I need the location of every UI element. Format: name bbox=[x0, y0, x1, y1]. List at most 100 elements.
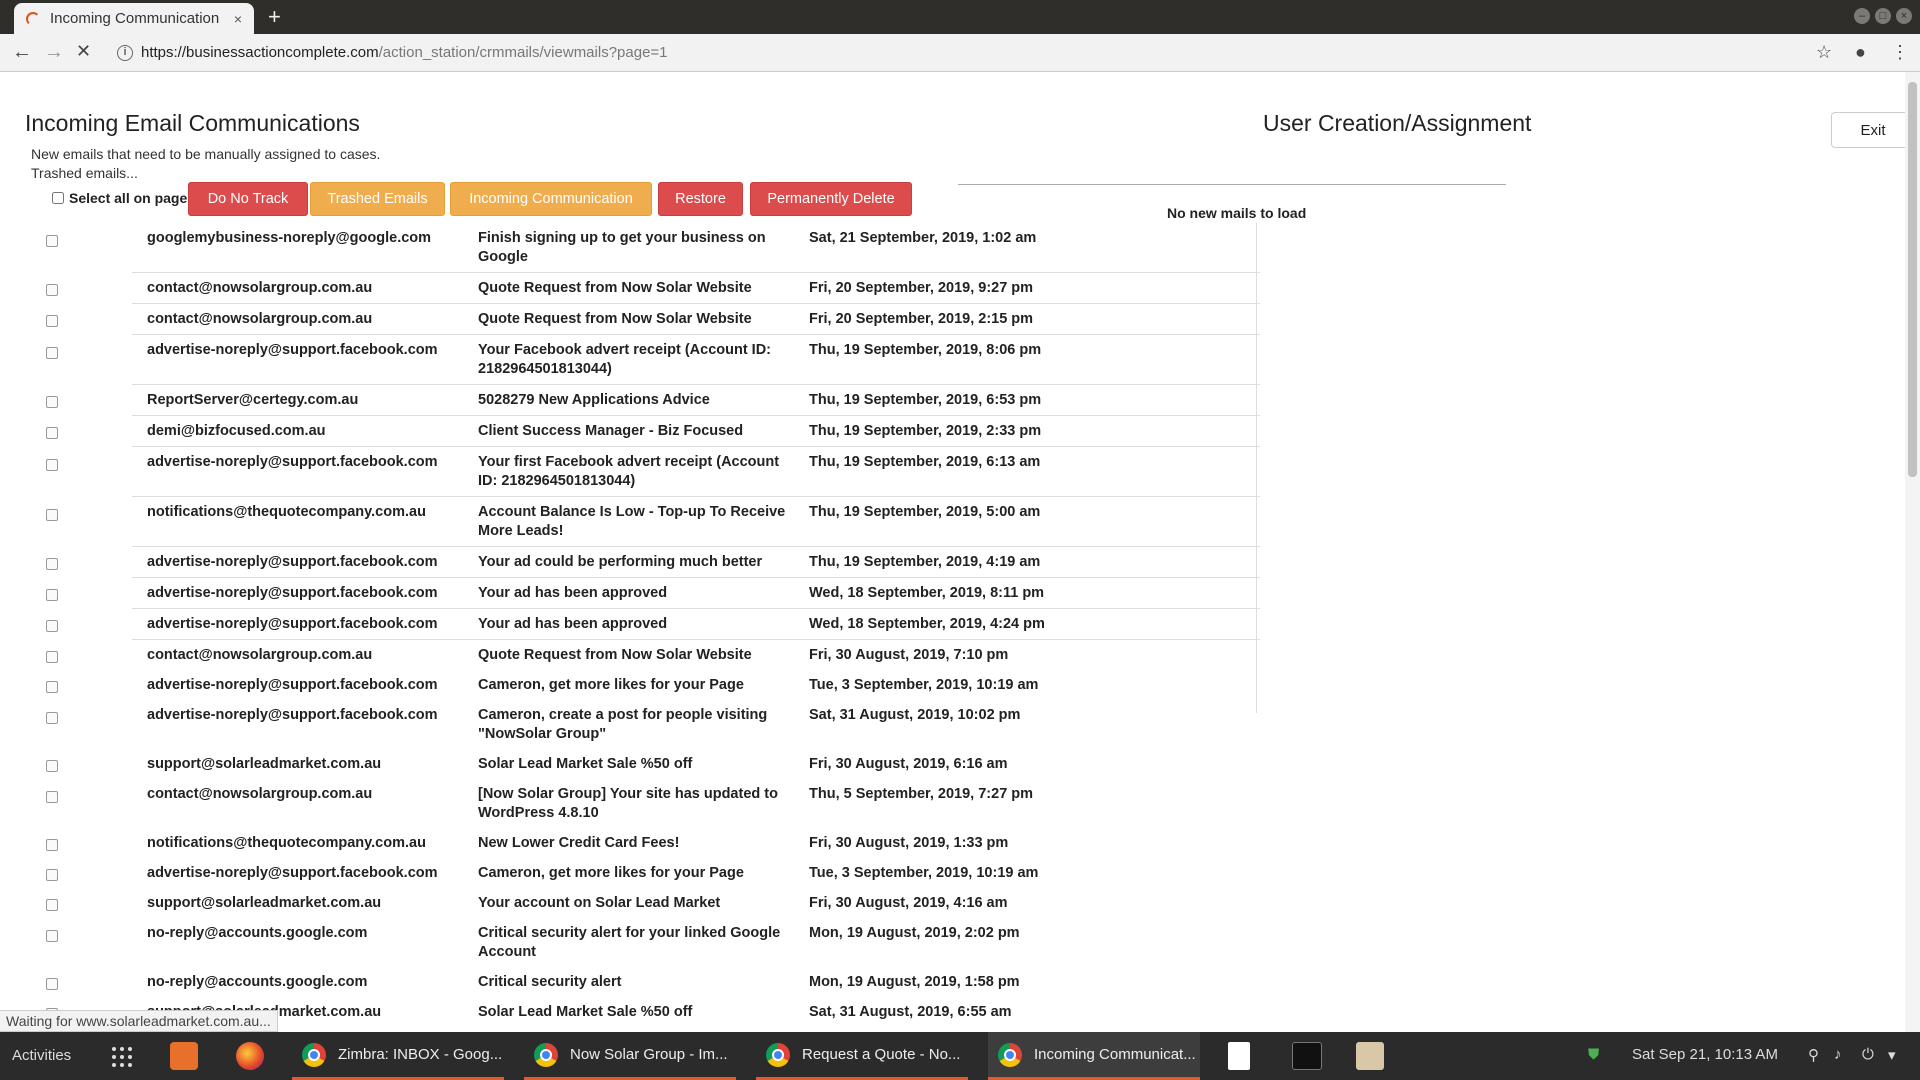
archive-icon[interactable] bbox=[1356, 1042, 1384, 1070]
tab-close-icon[interactable]: × bbox=[234, 11, 242, 27]
select-all-checkbox[interactable] bbox=[52, 192, 64, 204]
email-row[interactable]: googlemybusiness-noreply@google.com Finis… bbox=[0, 223, 1260, 273]
email-subject[interactable]: Finish signing up to get your business o… bbox=[478, 229, 798, 267]
select-all[interactable]: Select all on page bbox=[52, 190, 187, 206]
do-not-track-button[interactable]: Do No Track bbox=[188, 182, 308, 216]
forward-icon[interactable]: → bbox=[44, 41, 64, 64]
email-row-checkbox[interactable] bbox=[46, 839, 58, 851]
email-row[interactable]: no-reply@accounts.google.com Critical sec… bbox=[0, 967, 1260, 997]
page-scrollbar[interactable] bbox=[1905, 72, 1920, 1032]
trashed-emails-button[interactable]: Trashed Emails bbox=[310, 182, 445, 216]
terminal-icon[interactable] bbox=[1292, 1042, 1322, 1070]
url-field[interactable]: i https://businessactioncomplete.com/act… bbox=[117, 44, 668, 61]
chevron-down-icon[interactable]: ▾ bbox=[1888, 1046, 1896, 1064]
email-row[interactable]: advertise-noreply@support.facebook.com Yo… bbox=[0, 335, 1260, 385]
exit-button[interactable]: Exit bbox=[1831, 112, 1905, 148]
email-subject[interactable]: Your ad could be performing much better bbox=[478, 553, 798, 572]
email-row[interactable]: contact@nowsolargroup.com.au [Now Solar G… bbox=[0, 779, 1260, 828]
email-row[interactable]: ReportServer@certegy.com.au 5028279 New A… bbox=[0, 385, 1260, 416]
email-subject[interactable]: Account Balance Is Low - Top-up To Recei… bbox=[478, 503, 798, 541]
account-icon[interactable]: ● bbox=[1855, 42, 1866, 63]
restore-button[interactable]: Restore bbox=[658, 182, 743, 216]
email-row-checkbox[interactable] bbox=[46, 791, 58, 803]
email-row-checkbox[interactable] bbox=[46, 620, 58, 632]
volume-icon[interactable]: ♪ bbox=[1834, 1046, 1842, 1063]
power-icon[interactable]: ⏻ bbox=[1862, 1046, 1874, 1063]
email-row[interactable]: contact@nowsolargroup.com.au Quote Reques… bbox=[0, 304, 1260, 335]
email-row-checkbox[interactable] bbox=[46, 235, 58, 247]
email-subject[interactable]: 5028279 New Applications Advice bbox=[478, 391, 798, 410]
email-row-checkbox[interactable] bbox=[46, 899, 58, 911]
email-subject[interactable]: [Now Solar Group] Your site has updated … bbox=[478, 785, 798, 823]
email-subject[interactable]: Client Success Manager - Biz Focused bbox=[478, 422, 798, 441]
bookmark-star-icon[interactable]: ☆ bbox=[1816, 42, 1832, 63]
software-store-icon[interactable] bbox=[170, 1042, 198, 1070]
clock[interactable]: Sat Sep 21, 10:13 AM bbox=[1632, 1046, 1778, 1063]
site-info-icon[interactable]: i bbox=[117, 44, 133, 61]
email-row[interactable]: notifications@thequotecompany.com.au New … bbox=[0, 828, 1260, 858]
stop-loading-icon[interactable]: ✕ bbox=[76, 41, 91, 62]
email-row[interactable]: advertise-noreply@support.facebook.com Ca… bbox=[0, 700, 1260, 749]
email-subject[interactable]: Critical security alert for your linked … bbox=[478, 924, 798, 962]
back-icon[interactable]: ← bbox=[12, 41, 32, 64]
email-row[interactable]: contact@nowsolargroup.com.au Quote Reques… bbox=[0, 640, 1260, 670]
email-subject[interactable]: Cameron, create a post for people visiti… bbox=[478, 706, 798, 744]
email-row[interactable]: support@solarleadmarket.com.au Solar Lead… bbox=[0, 749, 1260, 779]
scrollbar-thumb[interactable] bbox=[1908, 82, 1917, 477]
email-row[interactable]: contact@nowsolargroup.com.au Quote Reques… bbox=[0, 273, 1260, 304]
email-row-checkbox[interactable] bbox=[46, 930, 58, 942]
document-editor-icon[interactable] bbox=[1228, 1042, 1250, 1070]
email-row-checkbox[interactable] bbox=[46, 315, 58, 327]
email-subject[interactable]: Your ad has been approved bbox=[478, 615, 798, 634]
browser-tab[interactable]: Incoming Communication × bbox=[14, 3, 254, 34]
email-row-checkbox[interactable] bbox=[46, 347, 58, 359]
task-zimbra[interactable]: Zimbra: INBOX - Goog... bbox=[292, 1032, 504, 1080]
email-row-checkbox[interactable] bbox=[46, 712, 58, 724]
email-row-checkbox[interactable] bbox=[46, 509, 58, 521]
close-window-icon[interactable]: × bbox=[1896, 8, 1912, 24]
email-subject[interactable]: Critical security alert bbox=[478, 973, 798, 992]
email-subject[interactable]: Your ad has been approved bbox=[478, 584, 798, 603]
firefox-icon[interactable] bbox=[236, 1042, 264, 1070]
email-subject[interactable]: Cameron, get more likes for your Page bbox=[478, 676, 798, 695]
shield-icon[interactable]: ⛊ bbox=[1588, 1046, 1599, 1063]
email-row[interactable]: advertise-noreply@support.facebook.com Ca… bbox=[0, 670, 1260, 700]
email-subject[interactable]: Cameron, get more likes for your Page bbox=[478, 864, 798, 883]
email-subject[interactable]: Solar Lead Market Sale %50 off bbox=[478, 755, 798, 774]
task-request-quote[interactable]: Request a Quote - No... bbox=[756, 1032, 968, 1080]
task-incoming-communication[interactable]: Incoming Communicat... bbox=[988, 1032, 1200, 1080]
email-subject[interactable]: Your Facebook advert receipt (Account ID… bbox=[478, 341, 798, 379]
maximize-icon[interactable]: □ bbox=[1875, 8, 1891, 24]
email-row-checkbox[interactable] bbox=[46, 558, 58, 570]
permanently-delete-button[interactable]: Permanently Delete bbox=[750, 182, 912, 216]
email-subject[interactable]: New Lower Credit Card Fees! bbox=[478, 834, 798, 853]
email-row[interactable]: support@solarleadmarket.com.au Your accou… bbox=[0, 888, 1260, 918]
email-row-checkbox[interactable] bbox=[46, 396, 58, 408]
email-subject[interactable]: Your account on Solar Lead Market bbox=[478, 894, 798, 913]
email-row[interactable]: advertise-noreply@support.facebook.com Yo… bbox=[0, 578, 1260, 609]
new-tab-button[interactable]: + bbox=[268, 4, 281, 30]
menu-icon[interactable]: ⋮ bbox=[1891, 42, 1909, 63]
incoming-communication-button[interactable]: Incoming Communication bbox=[450, 182, 652, 216]
network-icon[interactable]: ⚲ bbox=[1808, 1046, 1819, 1064]
email-row-checkbox[interactable] bbox=[46, 427, 58, 439]
email-row-checkbox[interactable] bbox=[46, 589, 58, 601]
email-row[interactable]: advertise-noreply@support.facebook.com Yo… bbox=[0, 447, 1260, 497]
email-subject[interactable]: Quote Request from Now Solar Website bbox=[478, 310, 798, 329]
email-row[interactable]: advertise-noreply@support.facebook.com Yo… bbox=[0, 609, 1260, 640]
email-subject[interactable]: Your first Facebook advert receipt (Acco… bbox=[478, 453, 798, 491]
email-row[interactable]: no-reply@accounts.google.com Critical sec… bbox=[0, 918, 1260, 967]
email-row-checkbox[interactable] bbox=[46, 651, 58, 663]
email-row[interactable]: notifications@thequotecompany.com.au Acco… bbox=[0, 497, 1260, 547]
email-row[interactable]: advertise-noreply@support.facebook.com Ca… bbox=[0, 858, 1260, 888]
email-row[interactable]: demi@bizfocused.com.au Client Success Man… bbox=[0, 416, 1260, 447]
minimize-icon[interactable]: – bbox=[1854, 8, 1870, 24]
email-row-checkbox[interactable] bbox=[46, 459, 58, 471]
email-row-checkbox[interactable] bbox=[46, 681, 58, 693]
email-row[interactable]: advertise-noreply@support.facebook.com Yo… bbox=[0, 547, 1260, 578]
email-subject[interactable]: Quote Request from Now Solar Website bbox=[478, 646, 798, 665]
email-row-checkbox[interactable] bbox=[46, 978, 58, 990]
task-now-solar[interactable]: Now Solar Group - Im... bbox=[524, 1032, 736, 1080]
email-row-checkbox[interactable] bbox=[46, 760, 58, 772]
app-grid-icon[interactable] bbox=[112, 1047, 132, 1067]
